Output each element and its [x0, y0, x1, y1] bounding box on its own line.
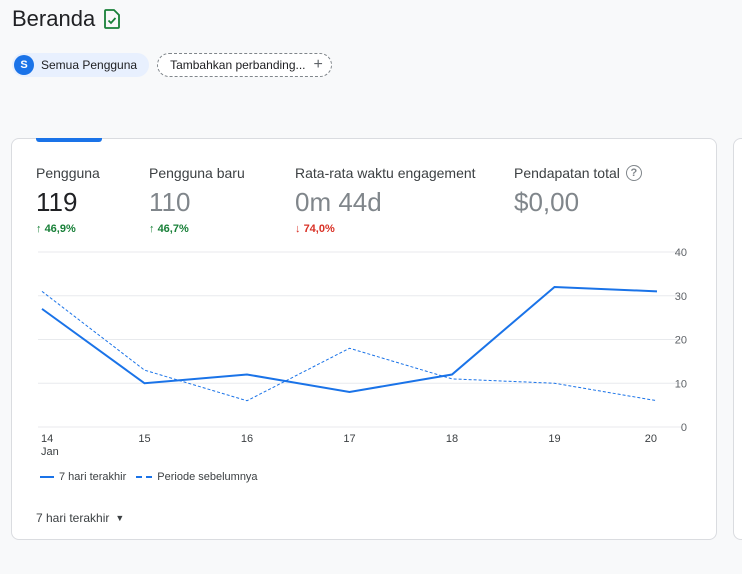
line-chart: 0 10 20 30 40 14 15 16 17 18 19 20 Jan: [38, 247, 687, 458]
x-tick-label: 19: [548, 433, 560, 445]
y-tick-label: 0: [681, 422, 687, 434]
x-tick-label: 17: [343, 433, 355, 445]
series-line-previous: [41, 290, 658, 402]
x-tick-label: 15: [138, 433, 150, 445]
y-tick-label: 10: [675, 378, 687, 390]
page: Beranda S Semua Pengguna Tambahkan perba…: [0, 0, 742, 574]
y-tick-label: 30: [675, 291, 687, 303]
next-card-edge: [733, 138, 742, 540]
add-comparison-button[interactable]: Tambahkan perbanding... +: [157, 53, 332, 77]
segment-label: Semua Pengguna: [41, 58, 138, 72]
x-tick-label: 18: [446, 433, 458, 445]
chart-legend: 7 hari terakhir Periode sebelumnya: [40, 471, 258, 483]
title-row: Beranda: [12, 6, 121, 32]
y-tick-label: 20: [675, 335, 687, 347]
legend-item-current: 7 hari terakhir: [40, 471, 126, 483]
legend-label: Periode sebelumnya: [157, 471, 258, 483]
page-title: Beranda: [12, 6, 96, 31]
caret-down-icon: ▼: [115, 513, 125, 523]
x-tick-label: 20: [645, 433, 657, 445]
x-tick-sublabel: Jan: [41, 446, 59, 458]
date-range-label: 7 hari terakhir: [36, 511, 110, 525]
add-comparison-label: Tambahkan perbanding...: [170, 58, 306, 72]
legend-dashed-swatch: [136, 476, 153, 478]
plus-icon: +: [313, 56, 323, 73]
overview-card: Pengguna 119 ↑ 46,9% Pengguna baru 110 ↑…: [11, 138, 717, 540]
segment-chip-all-users[interactable]: S Semua Pengguna: [12, 53, 150, 77]
date-range-dropdown[interactable]: 7 hari terakhir ▼: [36, 511, 124, 525]
legend-label: 7 hari terakhir: [59, 471, 127, 483]
legend-item-previous: Periode sebelumnya: [136, 471, 258, 483]
y-tick-label: 40: [675, 247, 687, 259]
segment-avatar: S: [14, 55, 34, 75]
x-tick-label: 14: [41, 433, 53, 445]
x-tick-label: 16: [241, 433, 253, 445]
legend-solid-swatch: [40, 476, 54, 478]
comparison-chips: S Semua Pengguna Tambahkan perbanding...…: [12, 53, 332, 77]
document-check-icon[interactable]: [103, 9, 121, 29]
